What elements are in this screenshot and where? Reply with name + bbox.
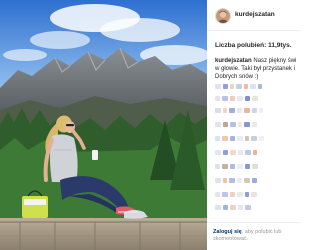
caption-text-2: w głowie. Taki był przystanek i [215,66,295,72]
blur-block [252,164,258,169]
blur-block [229,178,235,183]
blur-block [215,84,221,89]
blur-block [237,136,243,141]
blur-block [244,178,250,183]
blur-block [238,205,243,210]
blur-block [237,108,242,113]
post-photo[interactable] [0,0,207,250]
mountain-photo [0,0,207,250]
blur-block [245,96,250,101]
blur-block [215,205,221,210]
likes-count[interactable]: Liczba polubień: 11,9tys. [215,42,292,49]
instagram-post: kurdejszatan Liczba polubień: 11,9tys. k… [0,0,300,250]
blur-block [237,96,243,101]
blur-block [238,122,242,127]
blur-block [251,136,257,141]
post-info-panel: kurdejszatan Liczba polubień: 11,9tys. k… [207,0,300,250]
blur-block [245,136,249,141]
blur-block [230,150,236,155]
blur-block [215,122,221,127]
login-prompt-text-2: skomentować. [213,236,249,242]
blur-block [222,96,228,101]
blur-block [223,150,228,155]
post-username[interactable]: kurdejszatan [235,11,275,18]
post-footer: Zaloguj się, aby polubić lub skomentować… [207,222,300,250]
blur-block [222,164,228,169]
post-header: kurdejszatan [207,0,300,31]
blurred-comment-row [215,84,262,89]
login-link[interactable]: Zaloguj się [213,229,242,235]
blur-block [215,150,221,155]
blur-block [222,192,228,197]
post-caption: kurdejszatan Nasz piękny świ w głowie. T… [215,57,300,81]
blur-block [252,96,258,101]
blur-block [230,192,235,197]
blur-block [245,192,249,197]
blurred-comment-row [215,108,263,113]
blur-block [258,84,262,89]
blur-block [259,136,264,141]
profile-avatar-icon[interactable] [215,8,231,24]
blurred-comment-row [215,150,257,155]
blur-block [252,108,257,113]
caption-text-1: Nasz piękny świ [251,58,297,64]
blur-block [245,150,251,155]
blur-block [230,122,236,127]
blur-block [215,164,220,169]
blur-block [215,178,221,183]
blur-block [223,205,228,210]
blur-block [229,108,235,113]
blur-block [215,136,220,141]
blur-block [245,205,251,210]
blurred-comment-row [215,136,264,141]
blurred-comment-row [215,192,257,197]
blur-block [230,84,234,89]
blur-block [230,136,235,141]
comments-blurred [215,84,300,214]
blur-block [223,178,227,183]
blur-block [244,108,250,113]
blur-block [230,96,235,101]
blur-block [237,164,243,169]
blur-block [259,108,263,113]
blur-block [223,108,227,113]
blur-block [230,164,235,169]
blur-block [222,136,228,141]
blur-block [215,108,221,113]
blur-block [238,150,243,155]
blurred-comment-row [215,122,257,127]
blur-block [251,192,257,197]
blur-block [237,178,242,183]
login-prompt-text: , aby polubić lub [241,229,282,235]
blur-block [245,164,250,169]
caption-text-3: Dobrych snów :) [215,74,259,80]
avatar-image [216,9,230,23]
blur-block [252,178,257,183]
blurred-comment-row [215,205,251,210]
login-prompt: Zaloguj się, aby polubić lub skomentować… [213,229,281,243]
caption-line-1: kurdejszatan Nasz piękny świ [215,57,300,65]
blur-block [237,192,243,197]
blurred-comment-row [215,178,257,183]
caption-username[interactable]: kurdejszatan [215,58,252,64]
blur-block [252,122,257,127]
blur-block [215,192,220,197]
blur-block [230,205,236,210]
blur-block [253,150,257,155]
blur-block [244,84,248,89]
blur-block [236,84,242,89]
blurred-comment-row [215,96,258,101]
blur-block [223,84,228,89]
blur-block [244,122,250,127]
blur-block [215,96,220,101]
blurred-comment-row [215,164,258,169]
blur-block [250,84,256,89]
blur-block [223,122,228,127]
